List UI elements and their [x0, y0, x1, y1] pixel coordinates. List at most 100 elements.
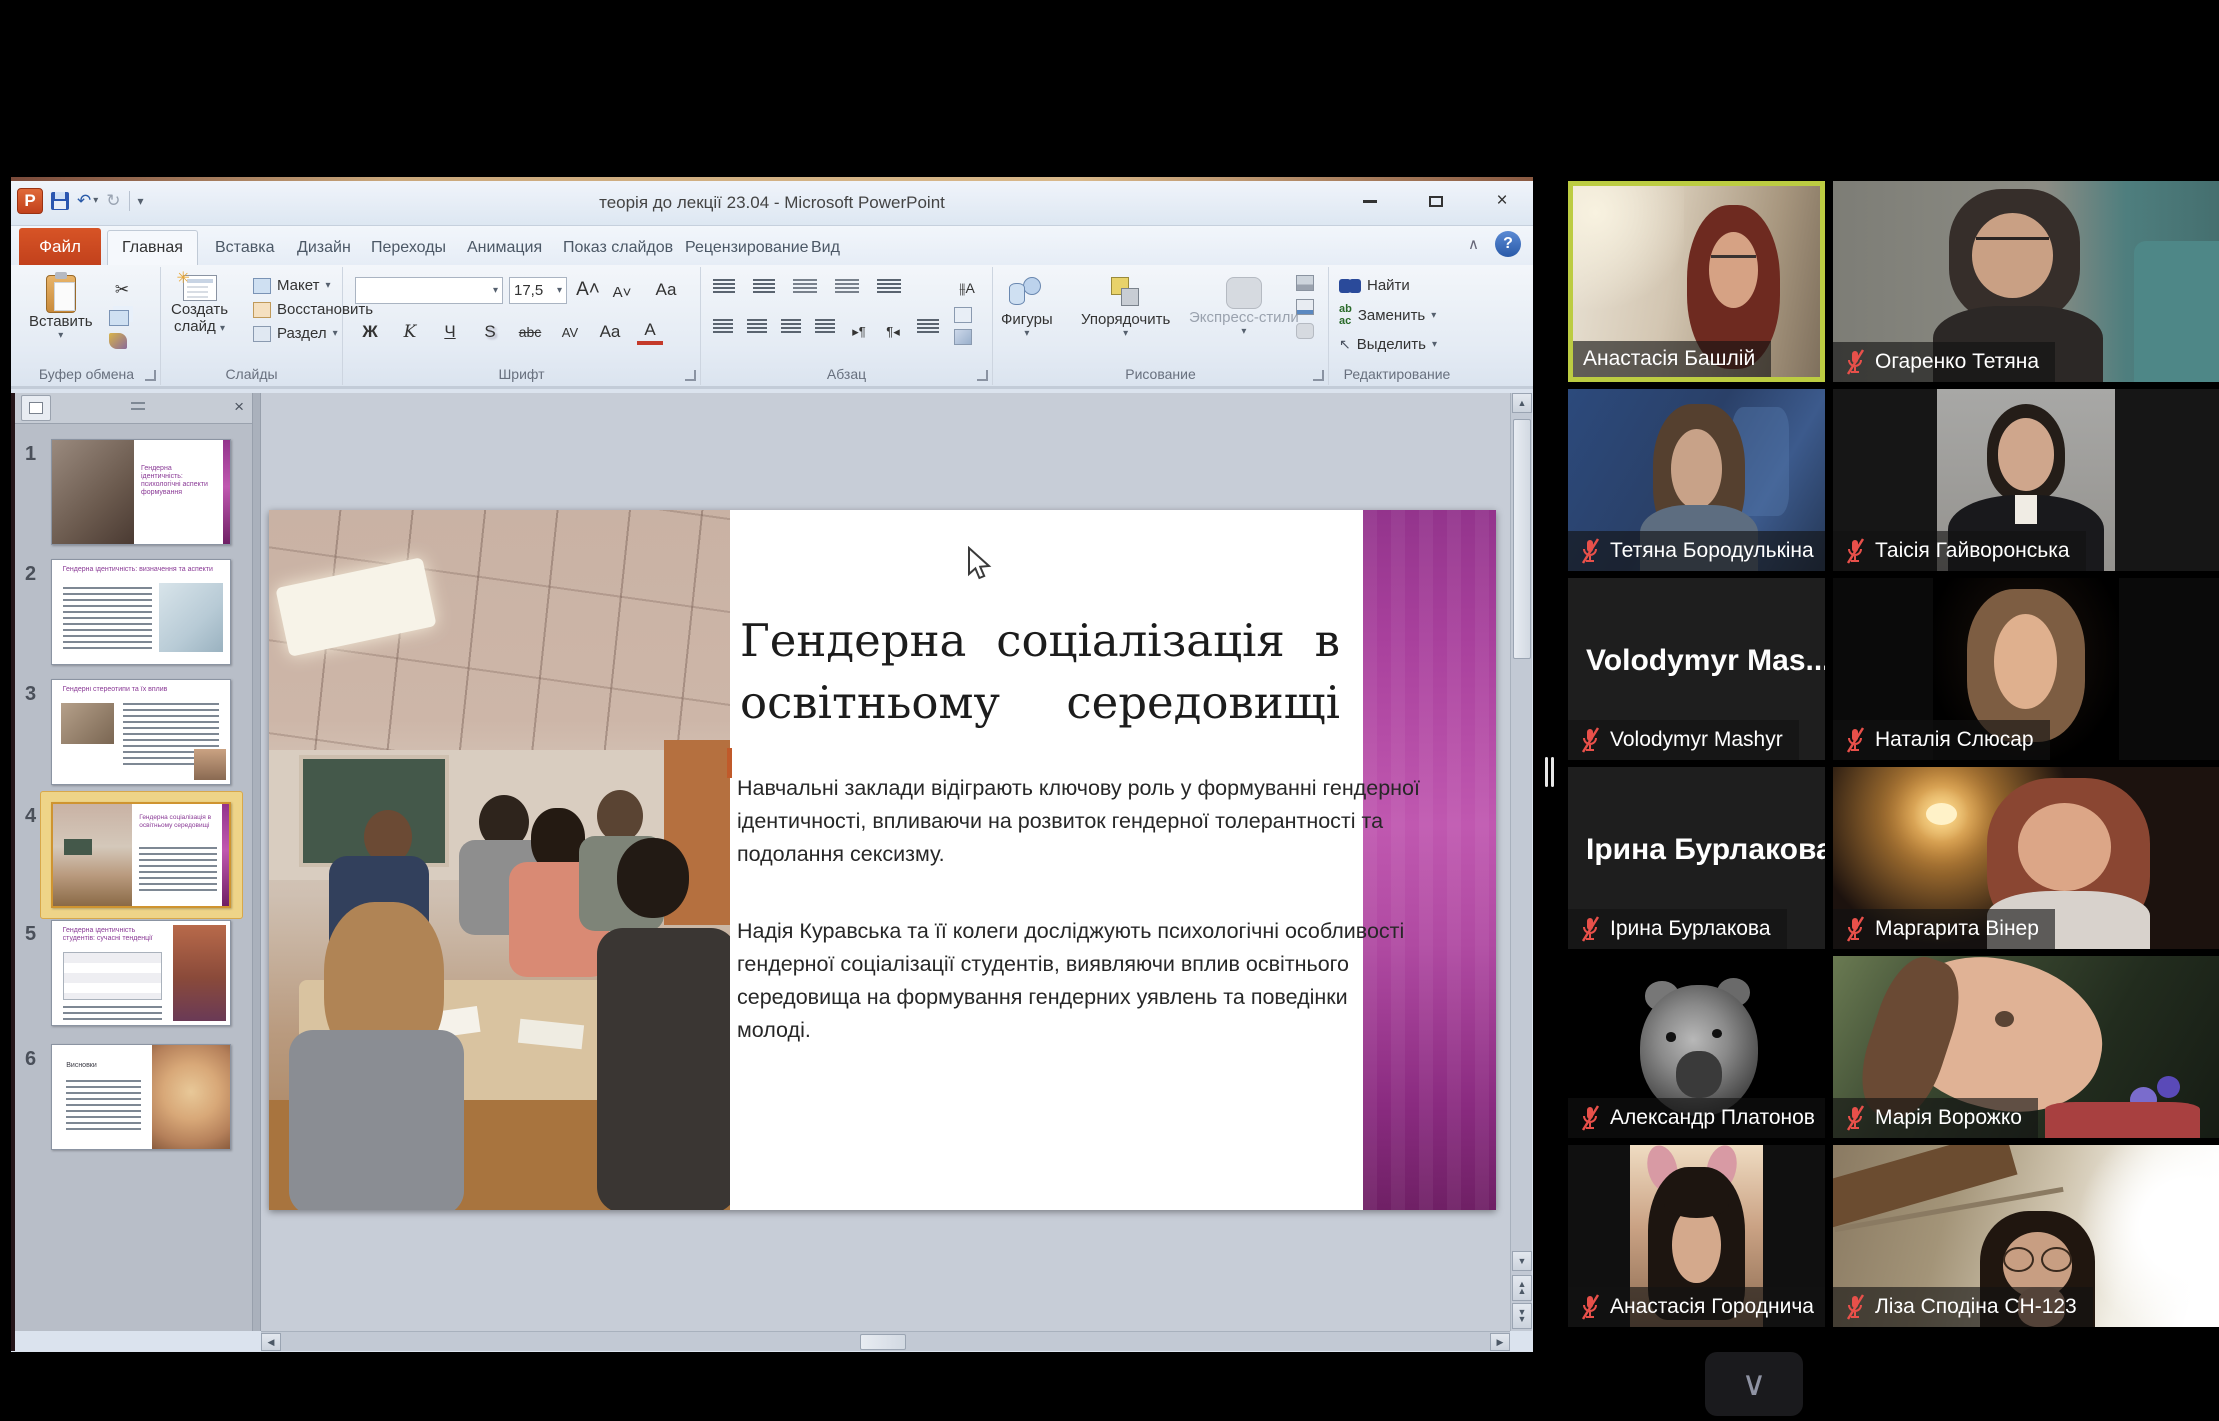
next-slide-button[interactable]: ▼▼	[1512, 1303, 1532, 1329]
align-left-icon[interactable]	[713, 319, 733, 335]
participant-tile[interactable]: Маргарита Вінер	[1833, 767, 2219, 949]
undo-icon[interactable]: ↶	[77, 190, 91, 212]
strikethrough-button[interactable]: abc	[517, 319, 543, 345]
clipboard-dialog-launcher-icon[interactable]	[145, 370, 156, 381]
participant-tile[interactable]: Тетяна Бородулькіна	[1568, 389, 1825, 571]
horizontal-scroll-thumb[interactable]	[860, 1334, 906, 1350]
paragraph-dialog-launcher-icon[interactable]	[977, 370, 988, 381]
format-painter-icon[interactable]	[109, 333, 127, 349]
align-text-icon[interactable]	[954, 307, 972, 323]
help-icon[interactable]: ?	[1495, 231, 1521, 257]
participant-tile[interactable]: Ліза Сподіна СН-123	[1833, 1145, 2219, 1327]
maximize-button[interactable]	[1413, 187, 1459, 215]
panel-splitter[interactable]	[252, 393, 261, 1331]
minimize-button[interactable]	[1347, 187, 1393, 215]
copy-icon[interactable]	[109, 310, 129, 326]
find-button[interactable]: Найти	[1339, 277, 1437, 294]
shape-outline-icon[interactable]	[1296, 299, 1314, 315]
shapes-button[interactable]: Фигуры▾	[1001, 277, 1053, 339]
paste-button[interactable]: Вставить ▾	[29, 275, 93, 341]
participant-tile[interactable]: Александр Платонов	[1568, 956, 1825, 1138]
save-icon[interactable]	[51, 192, 69, 210]
select-button[interactable]: ↖Выделить ▾	[1339, 336, 1437, 353]
participant-tile[interactable]: Анастасія Башлій	[1568, 181, 1825, 382]
redo-icon[interactable]: ↻	[106, 190, 120, 212]
collapse-ribbon-icon[interactable]: ∧	[1468, 235, 1479, 253]
shape-effects-icon[interactable]	[1296, 323, 1314, 339]
shape-fill-icon[interactable]	[1296, 275, 1314, 291]
font-dialog-launcher-icon[interactable]	[685, 370, 696, 381]
tab-slideshow[interactable]: Показ слайдов	[549, 230, 687, 265]
columns-icon[interactable]	[917, 319, 939, 335]
text-direction-icon[interactable]: ⫵A	[954, 275, 980, 301]
slide-paragraph-1[interactable]: Навчальні заклади відіграють ключову рол…	[737, 772, 1377, 871]
slide-thumbnail-2[interactable]: Гендерна ідентичність: визначення та асп…	[51, 559, 231, 665]
increase-indent-icon[interactable]	[835, 279, 859, 295]
arrange-button[interactable]: Упорядочить▾	[1081, 277, 1170, 339]
tab-insert[interactable]: Вставка	[201, 230, 288, 265]
close-button[interactable]: ×	[1479, 187, 1525, 215]
outline-tab[interactable]	[123, 395, 153, 421]
change-case-button[interactable]: Aa	[597, 319, 623, 345]
increase-font-icon[interactable]: A˄	[575, 277, 601, 303]
slides-tab[interactable]	[21, 395, 51, 421]
slide-thumbnail-6[interactable]: Висновки	[51, 1044, 231, 1150]
align-right-icon[interactable]	[781, 319, 801, 335]
previous-slide-button[interactable]: ▲▲	[1512, 1275, 1532, 1301]
scroll-down-icon[interactable]: ▼	[1512, 1251, 1532, 1271]
horizontal-scrollbar[interactable]: ◀ ▶	[261, 1331, 1510, 1351]
new-slide-button[interactable]: ✳ Создать слайд ▾	[171, 275, 228, 335]
slide-thumbnail-5[interactable]: Гендерна ідентичність студентів: сучасні…	[51, 920, 231, 1026]
tab-file[interactable]: Файл	[19, 228, 101, 265]
participant-tile[interactable]: Наталія Слюсар	[1833, 578, 2219, 760]
scroll-right-icon[interactable]: ▶	[1490, 1333, 1510, 1351]
participant-tile[interactable]: Ірина Бурлакова Ірина Бурлакова	[1568, 767, 1825, 949]
bold-button[interactable]: Ж	[357, 319, 383, 345]
character-spacing-button[interactable]: AV	[557, 319, 583, 345]
underline-button[interactable]: Ч	[437, 319, 463, 345]
tab-view[interactable]: Вид	[797, 230, 854, 265]
participant-tile[interactable]: Анастасія Городнича	[1568, 1145, 1825, 1327]
vertical-scroll-thumb[interactable]	[1513, 419, 1531, 659]
slide-thumbnail-4[interactable]: Гендерна соціалізація в освітньому серед…	[51, 802, 231, 908]
expand-gallery-button[interactable]: ∨	[1705, 1352, 1803, 1416]
ltr-direction-icon[interactable]: ▸¶	[849, 319, 869, 345]
tab-transitions[interactable]: Переходы	[357, 230, 460, 265]
drawing-dialog-launcher-icon[interactable]	[1313, 370, 1324, 381]
rtl-direction-icon[interactable]: ¶◂	[883, 319, 903, 345]
smartart-icon[interactable]	[954, 329, 972, 345]
tab-home[interactable]: Главная	[107, 230, 198, 265]
scroll-left-icon[interactable]: ◀	[261, 1333, 281, 1351]
customize-qat-icon[interactable]: ▾	[138, 190, 144, 212]
slide-title[interactable]: Гендерна соціалізація в освітньому серед…	[740, 610, 1340, 734]
decrease-font-icon[interactable]: A˅	[609, 279, 635, 305]
current-slide[interactable]: Гендерна соціалізація в освітньому серед…	[269, 510, 1496, 1210]
numbering-icon[interactable]	[753, 279, 775, 295]
scroll-up-icon[interactable]: ▲	[1512, 393, 1532, 413]
powerpoint-logo-icon[interactable]: P	[17, 188, 43, 214]
slide-paragraph-2[interactable]: Надія Куравська та її колеги досліджують…	[737, 915, 1377, 1047]
vertical-scrollbar[interactable]: ▲ ▼ ▲▲ ▼▼	[1510, 393, 1532, 1331]
align-center-icon[interactable]	[747, 319, 767, 335]
replace-button[interactable]: abacЗаменить ▾	[1339, 303, 1437, 327]
participant-tile[interactable]: Volodymyr Mas... Volodymyr Mashyr	[1568, 578, 1825, 760]
tab-animations[interactable]: Анимация	[453, 230, 556, 265]
undo-dropdown-icon[interactable]: ▾	[93, 190, 98, 212]
bullets-icon[interactable]	[713, 279, 735, 295]
participant-tile[interactable]: Марія Ворожко	[1833, 956, 2219, 1138]
participant-tile[interactable]: Таісія Гайворонська	[1833, 389, 2219, 571]
clear-formatting-icon[interactable]: Аа	[653, 277, 679, 303]
title-bar[interactable]: P ↶ ▾ ↻ ▾ теорія до лекції 23.04 - Micro…	[11, 181, 1533, 226]
slide-thumbnail-3[interactable]: Гендерні стереотипи та їх вплив	[51, 679, 231, 785]
slide-thumbnail-1[interactable]: Гендерна ідентичність: психологічні аспе…	[51, 439, 231, 545]
italic-button[interactable]: K	[397, 319, 423, 345]
participant-tile[interactable]: Огаренко Тетяна	[1833, 181, 2219, 382]
font-name-combobox[interactable]: ▾	[355, 277, 503, 304]
font-color-button[interactable]: A	[637, 319, 663, 345]
font-size-combobox[interactable]: 17,5▾	[509, 277, 567, 304]
close-panel-icon[interactable]: ×	[234, 397, 244, 417]
justify-icon[interactable]	[815, 319, 835, 335]
line-spacing-icon[interactable]	[877, 279, 901, 295]
cut-icon[interactable]: ✂	[109, 277, 135, 303]
tab-design[interactable]: Дизайн	[283, 230, 365, 265]
